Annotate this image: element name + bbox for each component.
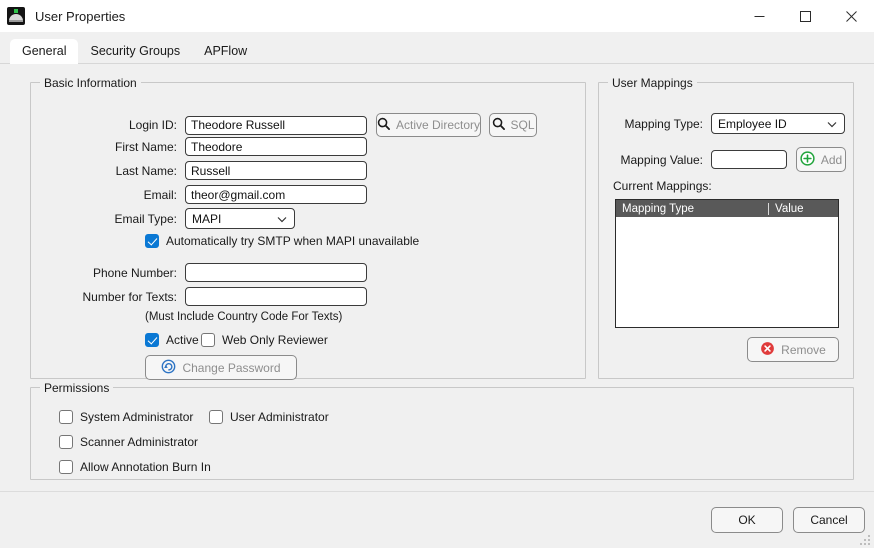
active-directory-button[interactable]: Active Directory xyxy=(376,113,481,137)
search-icon xyxy=(377,117,390,133)
permission-scanner-administrator-row[interactable]: Scanner Administrator xyxy=(59,435,198,449)
app-logo-dome xyxy=(9,14,23,22)
allow-annotation-burn-in-label: Allow Annotation Burn In xyxy=(80,460,211,474)
chevron-down-icon xyxy=(277,212,287,226)
tab-strip: General Security Groups APFlow xyxy=(0,32,874,64)
plus-circle-icon xyxy=(800,150,815,169)
smtp-checkbox-row[interactable]: Automatically try SMTP when MAPI unavail… xyxy=(145,234,419,248)
search-icon xyxy=(492,117,505,133)
change-password-button[interactable]: Change Password xyxy=(145,355,297,380)
change-password-label: Change Password xyxy=(182,360,281,375)
window-controls xyxy=(736,0,874,32)
web-only-reviewer-label: Web Only Reviewer xyxy=(222,333,328,347)
system-administrator-label: System Administrator xyxy=(80,410,194,424)
login-id-label: Login ID: xyxy=(128,118,177,132)
user-mappings-group: User Mappings Mapping Type: Employee ID … xyxy=(598,76,854,379)
current-mappings-list[interactable]: Mapping Type Value xyxy=(615,199,839,328)
basic-information-legend: Basic Information xyxy=(40,76,141,90)
remove-mapping-button[interactable]: Remove xyxy=(747,337,839,362)
number-for-texts-label: Number for Texts: xyxy=(82,289,177,304)
app-logo-green-square xyxy=(14,9,18,13)
sql-button[interactable]: SQL xyxy=(489,113,537,137)
first-name-label: First Name: xyxy=(114,139,177,154)
permission-allow-annotation-burn-in-row[interactable]: Allow Annotation Burn In xyxy=(59,460,211,474)
scanner-administrator-checkbox[interactable] xyxy=(59,435,73,449)
add-mapping-button[interactable]: Add xyxy=(796,147,846,172)
add-mapping-label: Add xyxy=(820,152,843,167)
cancel-button[interactable]: Cancel xyxy=(793,507,865,533)
permissions-legend: Permissions xyxy=(40,381,114,395)
window-title: User Properties xyxy=(35,8,126,24)
permission-user-administrator-row[interactable]: User Administrator xyxy=(209,410,329,424)
login-id-input[interactable] xyxy=(185,115,367,135)
title-bar: User Properties xyxy=(0,0,874,32)
user-administrator-checkbox[interactable] xyxy=(209,410,223,424)
mapping-value-label: Mapping Value: xyxy=(620,152,704,167)
remove-mapping-label: Remove xyxy=(781,342,826,357)
app-logo-icon xyxy=(7,7,25,25)
phone-number-input[interactable] xyxy=(185,263,367,282)
active-checkbox[interactable] xyxy=(145,333,159,347)
refresh-icon xyxy=(161,359,176,377)
last-name-label: Last Name: xyxy=(115,163,177,178)
current-mappings-label: Current Mappings: xyxy=(613,179,712,193)
chevron-down-icon xyxy=(827,117,837,131)
resize-grip[interactable] xyxy=(860,535,870,545)
phone-number-label: Phone Number: xyxy=(92,265,177,280)
tab-security-groups[interactable]: Security Groups xyxy=(78,39,192,65)
scanner-administrator-label: Scanner Administrator xyxy=(80,435,199,449)
basic-information-group: Basic Information Login ID: Active Direc… xyxy=(30,76,586,380)
mapping-type-label: Mapping Type: xyxy=(624,116,704,131)
column-header-value[interactable]: Value xyxy=(768,202,838,215)
email-type-label: Email Type: xyxy=(114,211,177,226)
web-only-reviewer-checkbox-row[interactable]: Web Only Reviewer xyxy=(201,333,328,347)
permissions-group: Permissions System Administrator User Ad… xyxy=(30,381,854,480)
active-directory-label: Active Directory xyxy=(395,118,481,132)
ok-button[interactable]: OK xyxy=(711,507,783,533)
system-administrator-checkbox[interactable] xyxy=(59,410,73,424)
texts-country-code-hint: (Must Include Country Code For Texts) xyxy=(145,311,343,323)
sql-label: SQL xyxy=(510,118,535,132)
content-area: Basic Information Login ID: Active Direc… xyxy=(0,64,874,548)
web-only-reviewer-checkbox[interactable] xyxy=(201,333,215,347)
active-checkbox-label: Active xyxy=(166,333,199,347)
tab-general[interactable]: General xyxy=(10,38,79,64)
active-checkbox-row[interactable]: Active xyxy=(145,333,199,347)
mapping-type-value: Employee ID xyxy=(718,116,787,131)
footer-divider xyxy=(0,491,874,492)
email-type-value: MAPI xyxy=(192,211,222,226)
minimize-icon[interactable] xyxy=(736,0,782,32)
email-label: Email: xyxy=(143,187,177,202)
tab-apflow[interactable]: APFlow xyxy=(192,39,259,65)
user-mappings-legend: User Mappings xyxy=(608,76,697,90)
column-header-mapping-type[interactable]: Mapping Type xyxy=(616,203,768,215)
email-type-select[interactable]: MAPI xyxy=(185,208,295,229)
mapping-type-select[interactable]: Employee ID xyxy=(711,113,845,134)
first-name-input[interactable] xyxy=(185,137,367,156)
current-mappings-header: Mapping Type Value xyxy=(616,200,838,217)
smtp-checkbox[interactable] xyxy=(145,234,159,248)
mapping-value-input[interactable] xyxy=(711,150,787,169)
last-name-input[interactable] xyxy=(185,161,367,180)
allow-annotation-burn-in-checkbox[interactable] xyxy=(59,460,73,474)
remove-circle-icon xyxy=(760,341,775,359)
close-icon[interactable] xyxy=(828,0,874,32)
maximize-icon[interactable] xyxy=(782,0,828,32)
user-administrator-label: User Administrator xyxy=(230,410,329,424)
permission-system-administrator-row[interactable]: System Administrator xyxy=(59,410,193,424)
smtp-checkbox-label: Automatically try SMTP when MAPI unavail… xyxy=(166,234,420,248)
email-input[interactable] xyxy=(185,185,367,204)
number-for-texts-input[interactable] xyxy=(185,287,367,306)
